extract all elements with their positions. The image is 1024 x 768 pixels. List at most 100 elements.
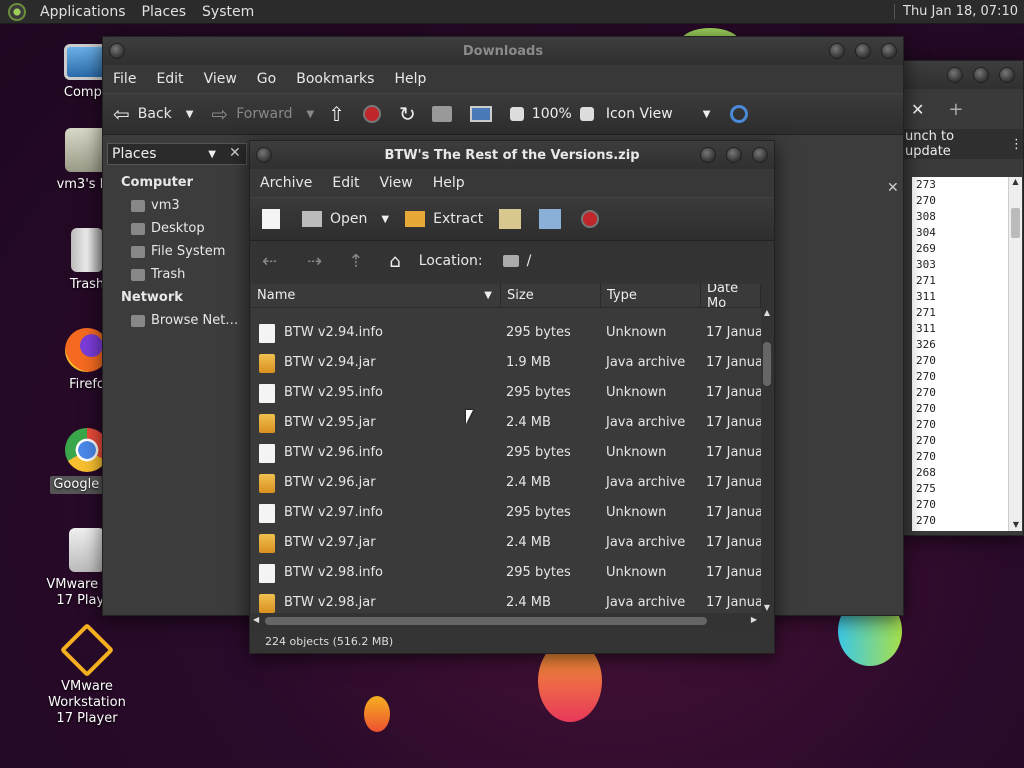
scroll-down-arrow-icon[interactable]: ▼ [1009, 520, 1023, 529]
sidebar-item-vm3[interactable]: vm3 [131, 198, 180, 213]
scroll-left-arrow-icon[interactable]: ◀ [253, 615, 259, 624]
close-button[interactable] [881, 43, 897, 59]
back-dropdown-icon[interactable]: ▼ [186, 109, 194, 120]
number-list-scrollbar[interactable]: ▲ ▼ [1008, 177, 1022, 531]
places-dropdown-icon[interactable]: ▼ [208, 149, 216, 160]
col-header-date[interactable]: Date Mo [701, 284, 761, 308]
close-tab-icon[interactable]: ✕ [911, 100, 924, 119]
close-button[interactable] [999, 67, 1015, 83]
add-files-icon[interactable] [499, 209, 522, 229]
maximize-button[interactable] [973, 67, 989, 83]
menu-help[interactable]: Help [384, 71, 436, 87]
stop-icon[interactable] [363, 105, 382, 123]
scroll-down-arrow-icon[interactable]: ▼ [761, 603, 773, 612]
back-arrow-icon[interactable]: ⇠ [262, 251, 277, 272]
maximize-button[interactable] [855, 43, 871, 59]
menu-edit[interactable]: Edit [322, 175, 369, 191]
view-mode-select[interactable]: Icon View [606, 106, 673, 122]
extract-button[interactable]: Extract [405, 211, 483, 227]
zoom-in-icon[interactable] [579, 107, 594, 121]
file-list[interactable]: BTW v2.94.info295 bytesUnknown17 JanuarB… [251, 308, 761, 613]
update-bar[interactable]: unch to update ⋮ [903, 129, 1023, 159]
scroll-right-arrow-icon[interactable]: ▶ [751, 615, 757, 624]
close-sidebar-icon[interactable]: ✕ [229, 145, 241, 161]
menu-bookmarks[interactable]: Bookmarks [286, 71, 384, 87]
clock[interactable]: Thu Jan 18, 07:10 [894, 4, 1018, 19]
scroll-up-arrow-icon[interactable]: ▲ [1009, 177, 1022, 186]
minimize-button[interactable] [829, 43, 845, 59]
minimize-button[interactable] [947, 67, 963, 83]
desktop-icon-vmware-workstation[interactable]: VMware Workstation 17 Player [22, 622, 152, 728]
menu-view[interactable]: View [370, 175, 423, 191]
file-row[interactable]: BTW v2.94.jar 1.9 MB Java archive 17 Januar [251, 348, 761, 378]
sidebar-item-desktop[interactable]: Desktop [131, 221, 205, 236]
forward-button[interactable]: ⇨ Forward ▼ [211, 102, 314, 126]
sidebar-item-label: Desktop [151, 221, 205, 236]
maximize-button[interactable] [726, 147, 742, 163]
add-folder-icon[interactable] [539, 209, 562, 229]
home-icon[interactable] [431, 106, 452, 122]
file-row[interactable]: BTW v2.96.info 295 bytes Unknown 17 Januar [251, 438, 761, 468]
sidebar-item-browse-network[interactable]: Browse Net… [131, 313, 238, 328]
downloads-titlebar[interactable]: Downloads [103, 37, 903, 65]
zoom-out-icon[interactable] [509, 107, 524, 121]
view-mode-dropdown-icon[interactable]: ▼ [703, 109, 711, 120]
reload-icon[interactable]: ↻ [399, 102, 416, 126]
kebab-menu-icon[interactable]: ⋮ [1010, 137, 1023, 152]
open-button[interactable]: Open [302, 211, 367, 227]
zoom-level[interactable]: 100% [532, 106, 572, 122]
forward-dropdown-icon[interactable]: ▼ [307, 109, 315, 120]
close-pane-icon[interactable]: ✕ [887, 180, 899, 196]
window-menu-button[interactable] [109, 43, 125, 59]
sidebar-item-filesystem[interactable]: File System [131, 244, 225, 259]
back-button[interactable]: ⇦ Back ▼ [113, 102, 193, 126]
file-row[interactable]: BTW v2.97.info 295 bytes Unknown 17 Januar [251, 498, 761, 528]
scroll-thumb[interactable] [763, 342, 771, 386]
sidebar-item-trash[interactable]: Trash [131, 267, 185, 282]
archive-titlebar[interactable]: BTW's The Rest of the Versions.zip [250, 141, 774, 169]
scroll-up-arrow-icon[interactable]: ▲ [761, 308, 773, 317]
col-header-size[interactable]: Size [501, 284, 601, 308]
menu-applications[interactable]: Applications [32, 4, 134, 20]
scroll-thumb[interactable] [1011, 208, 1020, 238]
file-row[interactable]: BTW v2.96.jar 2.4 MB Java archive 17 Januar [251, 468, 761, 498]
browser-titlebar[interactable] [903, 61, 1023, 89]
col-header-name[interactable]: Name ▼ [251, 284, 501, 308]
number-list[interactable]: 273 270 308 304 269 303 271 311 271 311 326 270 270 2… [912, 177, 1008, 531]
window-menu-button[interactable] [256, 147, 272, 163]
menu-places[interactable]: Places [134, 4, 195, 20]
menu-go[interactable]: Go [247, 71, 286, 87]
open-dropdown-icon[interactable]: ▼ [381, 214, 389, 225]
up-icon[interactable]: ⇧ [328, 102, 345, 126]
menu-help[interactable]: Help [423, 175, 475, 191]
col-header-type[interactable]: Type [601, 284, 701, 308]
distro-logo-icon[interactable] [8, 2, 26, 21]
file-row[interactable]: BTW v2.98.info 295 bytes Unknown 17 Januar [251, 558, 761, 588]
home-icon[interactable]: ⌂ [389, 251, 400, 272]
location-field[interactable]: / [502, 253, 531, 269]
menu-view[interactable]: View [194, 71, 247, 87]
scroll-thumb[interactable] [265, 617, 707, 625]
forward-arrow-icon[interactable]: ⇢ [307, 251, 322, 272]
file-row[interactable]: BTW v2.98.jar 2.4 MB Java archive 17 Januar [251, 588, 761, 613]
minimize-button[interactable] [700, 147, 716, 163]
menu-edit[interactable]: Edit [146, 71, 193, 87]
stop-icon[interactable] [581, 210, 600, 228]
file-list-vscrollbar[interactable]: ▲ ▼ [761, 284, 773, 614]
file-row[interactable]: BTW v2.95.jar 2.4 MB Java archive 17 Januar [251, 408, 761, 438]
computer-icon[interactable] [469, 106, 492, 122]
places-selector[interactable]: Places ▼ [107, 143, 247, 165]
menu-archive[interactable]: Archive [250, 175, 322, 191]
file-list-hscrollbar[interactable]: ◀ ▶ [251, 614, 761, 628]
new-tab-icon[interactable]: + [948, 99, 963, 120]
menu-system[interactable]: System [194, 4, 262, 20]
file-row[interactable]: BTW v2.94.info 295 bytes Unknown 17 Januar [251, 318, 761, 348]
file-row[interactable]: BTW v2.97.jar 2.4 MB Java archive 17 Januar [251, 528, 761, 558]
up-icon[interactable]: ⇡ [348, 251, 363, 272]
new-archive-icon[interactable] [262, 209, 280, 229]
file-row[interactable]: BTW v2.95.info 295 bytes Unknown 17 Januar [251, 378, 761, 408]
menu-file[interactable]: File [103, 71, 146, 87]
search-icon[interactable] [730, 105, 749, 123]
close-button[interactable] [752, 147, 768, 163]
forward-label: Forward [236, 106, 293, 122]
